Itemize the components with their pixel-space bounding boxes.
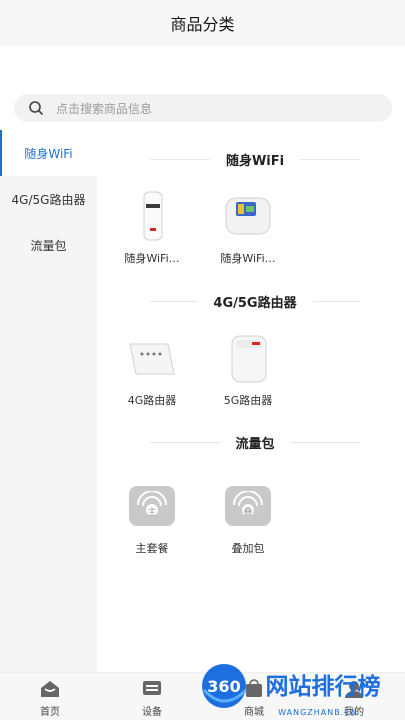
divider bbox=[290, 441, 361, 443]
signal-icon: 主 bbox=[129, 486, 175, 526]
tab-label: 首页 bbox=[40, 707, 60, 718]
section-title-text: 流量包 bbox=[235, 436, 275, 452]
product-image: 叠 bbox=[220, 478, 276, 534]
product-5g-router[interactable]: 5G路由器 bbox=[208, 330, 288, 408]
divider bbox=[312, 300, 360, 302]
product-image bbox=[220, 188, 276, 244]
home-icon bbox=[39, 679, 61, 699]
section-title-wifi: 随身WiFi bbox=[150, 151, 361, 169]
header: 商品分类 bbox=[0, 0, 405, 46]
section-title-text: 4G/5G路由器 bbox=[213, 295, 297, 311]
watermark-brand: 网站排行榜 bbox=[266, 673, 381, 700]
product-label: 随身WiFi… bbox=[220, 252, 276, 265]
badge-text: 叠 bbox=[243, 508, 253, 518]
device-icon bbox=[141, 679, 163, 699]
watermark-number: 360 bbox=[207, 677, 240, 696]
product-wifi-stick[interactable]: 随身WiFi… bbox=[112, 188, 192, 266]
divider bbox=[150, 300, 198, 302]
watermark-url: WANGZHANB.CN bbox=[278, 708, 358, 717]
tab-device[interactable]: 设备 bbox=[122, 679, 182, 718]
search-icon bbox=[28, 100, 44, 116]
section-title-router: 4G/5G路由器 bbox=[150, 293, 360, 311]
search-placeholder: 点击搜索商品信息 bbox=[56, 101, 153, 116]
tab-label: 设备 bbox=[142, 707, 162, 718]
product-label: 4G路由器 bbox=[127, 394, 177, 407]
sidebar-item-router[interactable]: 4G/5G路由器 bbox=[0, 176, 97, 222]
product-image bbox=[124, 330, 180, 386]
divider bbox=[150, 441, 220, 443]
product-addon-plan[interactable]: 叠 叠加包 bbox=[208, 478, 288, 556]
sidebar-item-label: 4G/5G路由器 bbox=[11, 192, 86, 207]
page-title: 商品分类 bbox=[170, 15, 235, 34]
divider bbox=[300, 158, 361, 160]
sidebar-item-label: 随身WiFi bbox=[24, 146, 73, 161]
sidebar-item-wifi[interactable]: 随身WiFi bbox=[0, 130, 97, 176]
section-title-data-package: 流量包 bbox=[150, 434, 361, 452]
search-bar[interactable]: 点击搜索商品信息 bbox=[14, 94, 392, 122]
product-label: 叠加包 bbox=[231, 542, 265, 555]
watermark-logo: 360 网站排行榜 WANGZHANB.CN bbox=[198, 660, 403, 720]
section-title-text: 随身WiFi bbox=[225, 153, 285, 169]
signal-icon: 叠 bbox=[225, 486, 271, 526]
category-sidebar: 随身WiFi 4G/5G路由器 流量包 bbox=[0, 130, 97, 672]
product-main-plan[interactable]: 主 主套餐 bbox=[112, 478, 192, 556]
divider bbox=[150, 158, 210, 160]
product-4g-router[interactable]: 4G路由器 bbox=[112, 330, 192, 408]
product-image bbox=[124, 188, 180, 244]
product-image bbox=[220, 330, 276, 386]
product-label: 随身WiFi… bbox=[124, 252, 180, 265]
tab-home[interactable]: 首页 bbox=[20, 679, 80, 718]
sidebar-item-label: 流量包 bbox=[30, 238, 67, 253]
product-label: 5G路由器 bbox=[223, 394, 273, 407]
product-mifi[interactable]: 随身WiFi… bbox=[208, 188, 288, 266]
product-label: 主套餐 bbox=[135, 542, 169, 555]
sidebar-item-data-package[interactable]: 流量包 bbox=[0, 222, 97, 268]
badge-text: 主 bbox=[147, 508, 157, 518]
product-image: 主 bbox=[124, 478, 180, 534]
